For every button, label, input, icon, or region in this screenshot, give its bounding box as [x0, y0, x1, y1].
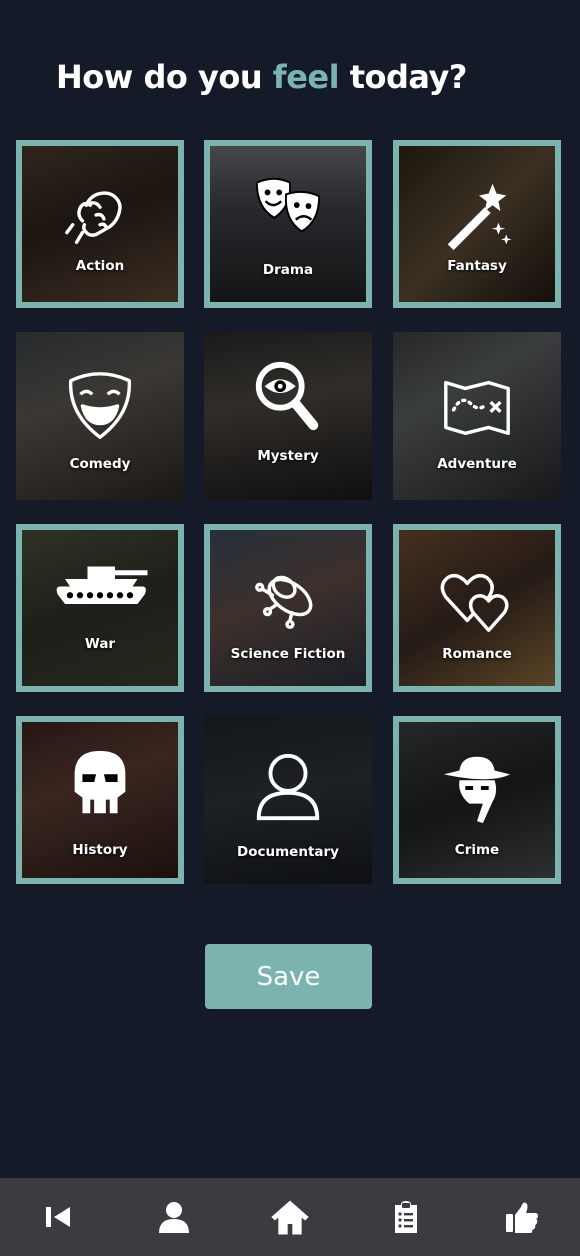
laughing-mask-icon [69, 372, 131, 439]
genre-label: Science Fiction [230, 646, 346, 662]
detective-icon [443, 756, 511, 823]
treasure-map-icon [444, 380, 510, 435]
genre-label: Fantasy [447, 258, 507, 274]
title-accent: feel [272, 58, 340, 96]
genre-tile-comedy[interactable]: Comedy [16, 332, 184, 500]
genre-label: Documentary [237, 844, 339, 860]
genre-tile-romance[interactable]: Romance [393, 524, 561, 692]
genre-label: Action [75, 258, 125, 274]
magnifier-eye-icon [255, 361, 319, 430]
fist-icon [65, 190, 122, 244]
genre-label: History [72, 842, 128, 858]
genre-tile-crime[interactable]: Crime [393, 716, 561, 884]
nav-profile[interactable] [144, 1187, 204, 1247]
genre-label: Mystery [257, 448, 319, 464]
profile-icon [159, 1202, 189, 1233]
ufo-icon [255, 575, 313, 629]
genre-tile-war[interactable]: War [16, 524, 184, 692]
gladiator-helmet-icon [74, 751, 126, 814]
genre-label: War [84, 636, 116, 652]
genre-label: Comedy [69, 456, 131, 472]
save-button[interactable]: Save [205, 944, 372, 1009]
tank-icon [56, 566, 148, 605]
genre-tile-documentary[interactable]: Documentary [204, 716, 372, 884]
genre-label: Adventure [437, 456, 517, 472]
genre-tile-fantasy[interactable]: Fantasy [393, 140, 561, 308]
nav-clipboard[interactable] [376, 1187, 436, 1247]
nav-back[interactable] [28, 1187, 88, 1247]
nav-home[interactable] [260, 1187, 320, 1247]
genre-label: Crime [454, 842, 500, 858]
genre-tile-action[interactable]: Action [16, 140, 184, 308]
genre-tile-drama[interactable]: Drama [204, 140, 372, 308]
person-icon [256, 753, 320, 820]
genre-tile-adventure[interactable]: Adventure [393, 332, 561, 500]
title-before: How do you [56, 58, 273, 96]
genre-tile-mystery[interactable]: Mystery [204, 332, 372, 500]
magic-wand-icon [447, 183, 512, 250]
genre-grid: Action Drama Fantasy Comedy Mystery Adve… [16, 140, 561, 884]
genre-tile-history[interactable]: History [16, 716, 184, 884]
theater-masks-icon [255, 178, 321, 233]
title-after: today? [339, 58, 468, 96]
clipboard-list-icon [395, 1201, 417, 1233]
back-icon [46, 1207, 70, 1227]
nav-thumbs-up[interactable] [492, 1187, 552, 1247]
home-icon [271, 1200, 309, 1235]
genre-tile-science-fiction[interactable]: Science Fiction [204, 524, 372, 692]
hearts-icon [440, 573, 509, 632]
genre-label: Romance [442, 646, 512, 662]
bottom-nav [0, 1178, 580, 1256]
page-title: How do you feel today? [56, 58, 467, 96]
thumbs-up-icon [506, 1202, 538, 1233]
genre-label: Drama [262, 262, 314, 278]
